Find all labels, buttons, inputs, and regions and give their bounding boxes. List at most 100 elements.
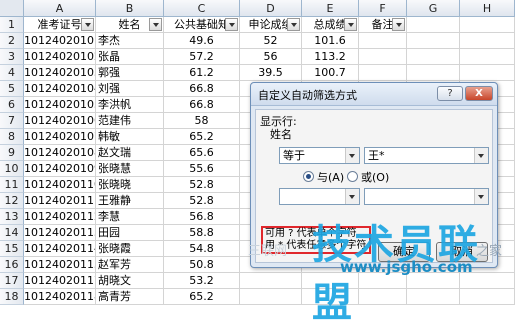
data-cell[interactable]: 高青芳 (96, 289, 164, 305)
data-cell[interactable]: 10124020112 (24, 209, 96, 225)
empty-cell[interactable] (359, 49, 407, 65)
data-cell[interactable]: 10124020104 (24, 81, 96, 97)
value1-select[interactable]: 王* (364, 147, 489, 164)
data-cell[interactable]: 57.2 (164, 49, 240, 65)
column-header-h[interactable]: H (460, 0, 515, 17)
header-cell[interactable]: 公共基础知 (164, 17, 240, 33)
data-cell[interactable]: 49.6 (164, 33, 240, 49)
row-header[interactable]: 1 (0, 17, 24, 33)
chevron-down-icon[interactable] (474, 189, 488, 204)
column-header-b[interactable]: B (96, 0, 164, 17)
filter-dropdown-icon[interactable] (344, 18, 357, 31)
row-header[interactable]: 3 (0, 49, 24, 65)
row-header[interactable]: 15 (0, 241, 24, 257)
row-header[interactable]: 13 (0, 209, 24, 225)
data-cell[interactable]: 赵军芳 (96, 257, 164, 273)
filter-dropdown-icon[interactable] (149, 18, 162, 31)
help-button[interactable]: ? (437, 86, 463, 101)
and-label[interactable]: 与(A) (317, 169, 344, 185)
data-cell[interactable]: 65.6 (164, 145, 240, 161)
value2-select[interactable] (364, 188, 489, 205)
row-header[interactable]: 18 (0, 289, 24, 305)
data-cell[interactable]: 10124020118 (24, 289, 96, 305)
row-header[interactable]: 8 (0, 129, 24, 145)
empty-cell[interactable] (460, 49, 515, 65)
data-cell[interactable]: 韩敏 (96, 129, 164, 145)
data-cell[interactable]: 10124020101 (24, 33, 96, 49)
data-cell[interactable]: 65.2 (164, 129, 240, 145)
header-cell[interactable]: 姓名 (96, 17, 164, 33)
data-cell[interactable]: 田园 (96, 225, 164, 241)
data-cell[interactable]: 113.2 (302, 49, 359, 65)
data-cell[interactable]: 10124020114 (24, 241, 96, 257)
data-cell[interactable]: 10124020113 (24, 225, 96, 241)
column-header-f[interactable]: F (359, 0, 407, 17)
chevron-down-icon[interactable] (474, 148, 488, 163)
chevron-down-icon[interactable] (345, 189, 359, 204)
data-cell[interactable]: 张晶 (96, 49, 164, 65)
data-cell[interactable]: 56.8 (164, 209, 240, 225)
data-cell[interactable]: 王雅静 (96, 193, 164, 209)
close-button[interactable]: X (465, 86, 493, 101)
column-header-a[interactable]: A (24, 0, 96, 17)
data-cell[interactable]: 张晓晓 (96, 177, 164, 193)
header-cell[interactable]: 总成绩 (302, 17, 359, 33)
data-cell[interactable]: 刘强 (96, 81, 164, 97)
data-cell[interactable]: 张晓霞 (96, 241, 164, 257)
data-cell[interactable]: 10124020111 (24, 193, 96, 209)
data-cell[interactable]: 赵文瑞 (96, 145, 164, 161)
data-cell[interactable]: 101.6 (302, 33, 359, 49)
filter-dropdown-icon[interactable] (81, 18, 94, 31)
header-cell[interactable]: 申论成绩 (240, 17, 302, 33)
data-cell[interactable]: 52.8 (164, 177, 240, 193)
header-cell[interactable]: 准考证号 (24, 17, 96, 33)
data-cell[interactable]: 56 (240, 49, 302, 65)
row-header[interactable]: 4 (0, 65, 24, 81)
empty-cell[interactable] (460, 33, 515, 49)
column-header-e[interactable]: E (302, 0, 359, 17)
data-cell[interactable]: 范建伟 (96, 113, 164, 129)
data-cell[interactable]: 10124020115 (24, 257, 96, 273)
operator2-select[interactable] (279, 188, 360, 205)
filter-dropdown-icon[interactable] (287, 18, 300, 31)
and-radio[interactable] (303, 171, 314, 182)
data-cell[interactable]: 58.8 (164, 225, 240, 241)
chevron-down-icon[interactable] (345, 148, 359, 163)
data-cell[interactable]: 10124020106 (24, 113, 96, 129)
data-cell[interactable]: 李洪帆 (96, 97, 164, 113)
row-header[interactable]: 5 (0, 81, 24, 97)
data-cell[interactable]: 郭强 (96, 65, 164, 81)
data-cell[interactable] (240, 289, 302, 305)
row-header[interactable]: 2 (0, 33, 24, 49)
empty-cell[interactable] (359, 33, 407, 49)
column-header-c[interactable]: C (164, 0, 240, 17)
data-cell[interactable]: 50.8 (164, 257, 240, 273)
or-label[interactable]: 或(O) (361, 169, 389, 185)
empty-cell[interactable] (407, 17, 460, 33)
data-cell[interactable]: 54.8 (164, 241, 240, 257)
empty-cell[interactable] (407, 49, 460, 65)
row-header[interactable]: 16 (0, 257, 24, 273)
data-cell[interactable]: 李慧 (96, 209, 164, 225)
row-header[interactable]: 6 (0, 97, 24, 113)
empty-cell[interactable] (407, 33, 460, 49)
data-cell[interactable]: 10124020107 (24, 129, 96, 145)
column-header-d[interactable]: D (240, 0, 302, 17)
column-header-g[interactable]: G (407, 0, 460, 17)
data-cell[interactable]: 10124020105 (24, 97, 96, 113)
row-header[interactable]: 7 (0, 113, 24, 129)
row-header[interactable]: 12 (0, 193, 24, 209)
data-cell[interactable]: 58 (164, 113, 240, 129)
data-cell[interactable]: 100.7 (302, 65, 359, 81)
or-radio[interactable] (347, 171, 358, 182)
dialog-titlebar[interactable]: 自定义自动筛选方式 ? X (251, 83, 497, 106)
data-cell[interactable]: 10124020110 (24, 177, 96, 193)
row-header[interactable]: 11 (0, 177, 24, 193)
data-cell[interactable]: 10124020103 (24, 65, 96, 81)
row-header[interactable]: 14 (0, 225, 24, 241)
data-cell[interactable]: 61.2 (164, 65, 240, 81)
data-cell[interactable]: 39.5 (240, 65, 302, 81)
data-cell[interactable]: 55.6 (164, 161, 240, 177)
header-cell[interactable]: 备注 (359, 17, 407, 33)
row-header[interactable]: 10 (0, 161, 24, 177)
